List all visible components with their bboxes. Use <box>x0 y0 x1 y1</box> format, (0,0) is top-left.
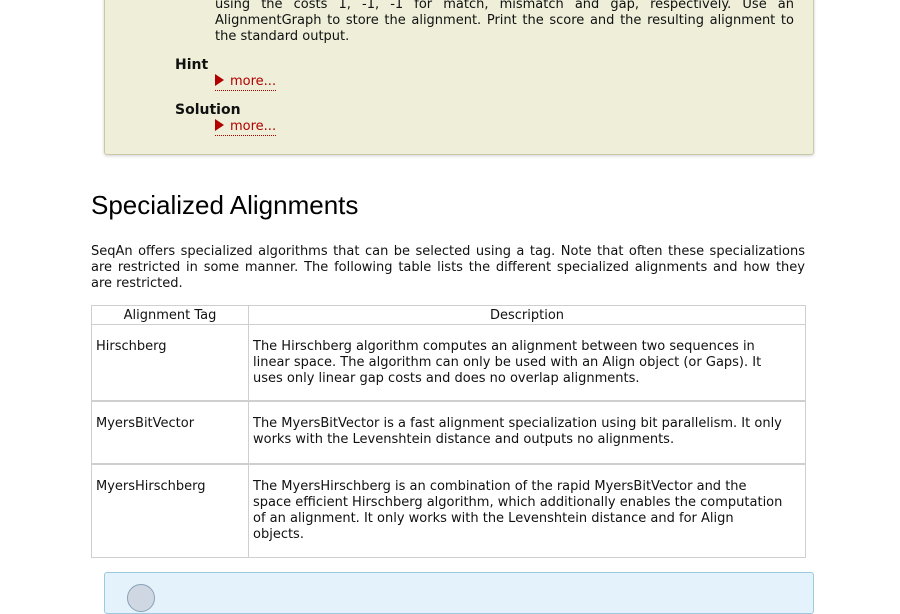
description-line: of an alignment. It only works with the … <box>253 511 734 526</box>
assignment-line: AlignmentGraph to store the alignment. P… <box>215 13 794 28</box>
note-box <box>104 572 814 614</box>
hint-more-label: more... <box>230 74 277 89</box>
intro-line: are restricted. <box>91 276 183 291</box>
description-cell: The MyersBitVector is a fast alignment s… <box>248 400 806 465</box>
assignment-line: using the costs 1, -1, -1 for match, mis… <box>215 0 794 12</box>
table-row: Hirschberg The Hirschberg algorithm comp… <box>91 324 806 402</box>
specialized-alignments-table: Alignment Tag Description Hirschberg The… <box>91 305 806 558</box>
expand-triangle-icon <box>215 74 224 86</box>
description-line: works with the Levenshtein distance and … <box>253 432 675 447</box>
assignment-text: using the costs 1, -1, -1 for match, mis… <box>215 0 794 45</box>
description-line: objects. <box>253 527 304 542</box>
description-line: The MyersHirschberg is an combination of… <box>253 479 747 494</box>
description-line: space efficient Hirschberg algorithm, wh… <box>253 495 783 510</box>
column-header-description: Description <box>248 305 806 325</box>
description-cell: The Hirschberg algorithm computes an ali… <box>248 324 806 402</box>
solution-more-label: more... <box>230 119 277 134</box>
table-row: MyersHirschberg The MyersHirschberg is a… <box>91 463 806 558</box>
hint-more-link[interactable]: more... <box>215 74 277 91</box>
solution-more-link[interactable]: more... <box>215 119 277 136</box>
info-icon <box>127 584 155 612</box>
intro-line: SeqAn offers specialized algorithms that… <box>91 244 805 259</box>
table-header-row: Alignment Tag Description <box>91 305 806 325</box>
column-header-alignment-tag: Alignment Tag <box>91 305 249 325</box>
section-intro: SeqAn offers specialized algorithms that… <box>91 244 805 292</box>
alignment-tag-cell: MyersHirschberg <box>91 463 249 558</box>
table-row: MyersBitVector The MyersBitVector is a f… <box>91 400 806 465</box>
description-cell: The MyersHirschberg is an combination of… <box>248 463 806 558</box>
description-line: linear space. The algorithm can only be … <box>253 355 762 370</box>
alignment-tag-cell: MyersBitVector <box>91 400 249 465</box>
intro-line: are restricted in some manner. The follo… <box>91 260 805 275</box>
solution-label: Solution <box>175 102 241 118</box>
hint-label: Hint <box>175 57 209 73</box>
expand-triangle-icon <box>215 119 224 131</box>
description-line: uses only linear gap costs and does no o… <box>253 371 640 386</box>
section-title: Specialized Alignments <box>91 190 359 220</box>
description-line: The MyersBitVector is a fast alignment s… <box>253 416 782 431</box>
description-line: The Hirschberg algorithm computes an ali… <box>253 339 755 354</box>
assignment-line: the standard output. <box>215 29 350 44</box>
alignment-tag-cell: Hirschberg <box>91 324 249 402</box>
